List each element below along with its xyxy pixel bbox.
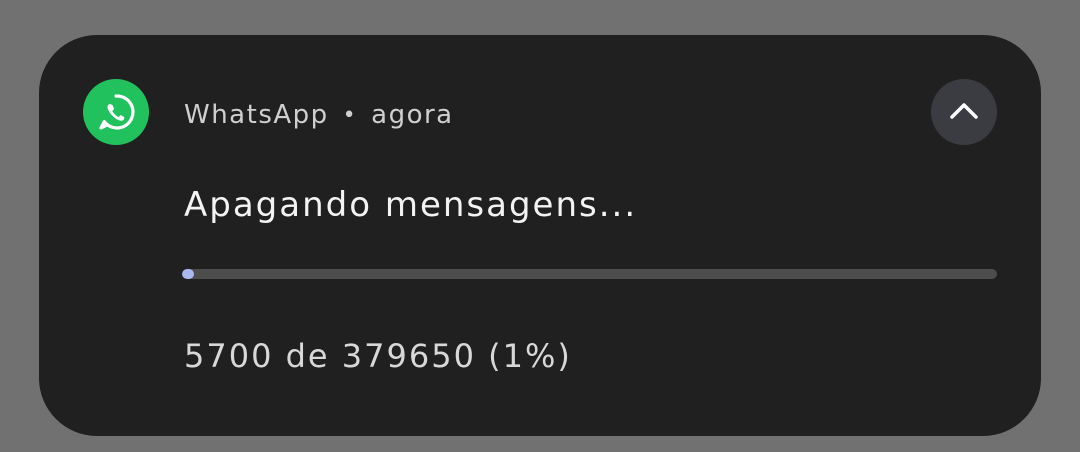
whatsapp-icon — [83, 79, 149, 145]
notification-card[interactable]: WhatsApp • agora Apagando mensagens... 5… — [39, 35, 1041, 436]
notification-title: Apagando mensagens... — [184, 185, 638, 225]
progress-status-text: 5700 de 379650 (1%) — [184, 337, 572, 375]
notification-time: agora — [371, 100, 454, 130]
header-separator: • — [342, 102, 358, 128]
chevron-up-icon — [950, 103, 978, 119]
app-name: WhatsApp — [184, 100, 329, 130]
notification-header: WhatsApp • agora — [184, 97, 454, 133]
collapse-button[interactable] — [931, 79, 997, 145]
progress-bar — [182, 269, 997, 279]
progress-bar-fill — [182, 269, 195, 279]
